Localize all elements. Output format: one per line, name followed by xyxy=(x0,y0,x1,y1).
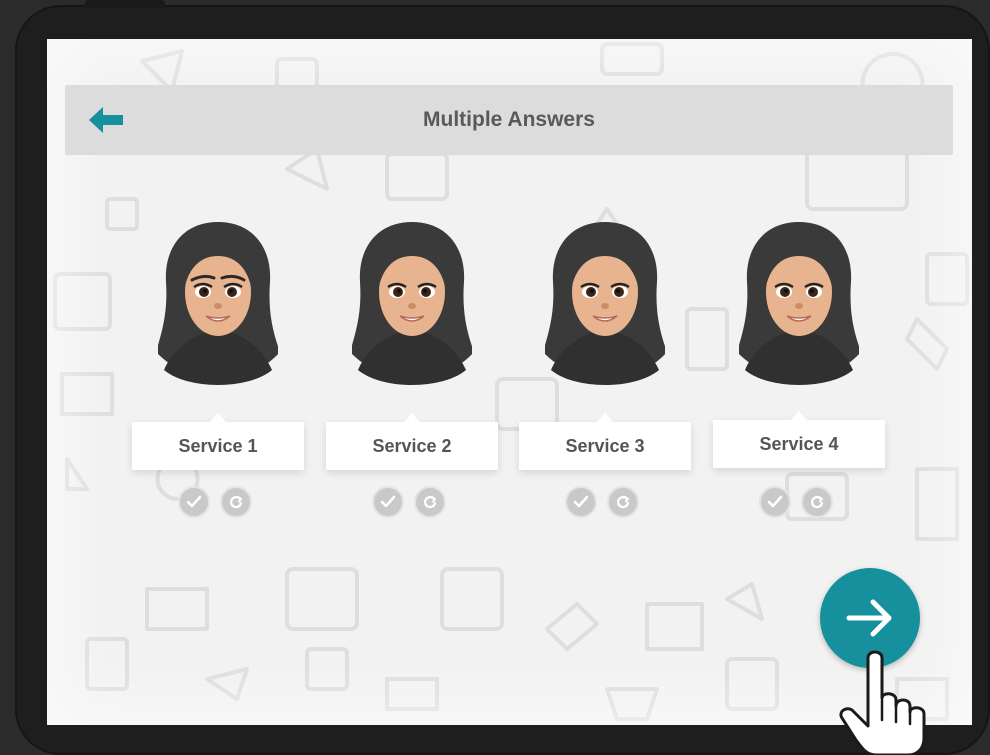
check-icon xyxy=(380,495,396,508)
check-icon xyxy=(767,495,783,508)
arrow-right-icon xyxy=(846,599,892,637)
tablet-button xyxy=(85,0,165,8)
reset-button[interactable] xyxy=(220,486,252,518)
page-title: Multiple Answers xyxy=(423,108,595,131)
header-bar: Multiple Answers xyxy=(65,85,953,155)
service-label[interactable]: Service 3 xyxy=(519,413,691,470)
refresh-icon xyxy=(616,496,630,509)
avatar xyxy=(739,222,859,385)
reset-button[interactable] xyxy=(607,486,639,518)
reset-button[interactable] xyxy=(414,486,446,518)
avatar xyxy=(158,222,278,385)
answer-actions xyxy=(565,486,645,520)
avatar xyxy=(352,222,472,385)
check-button[interactable] xyxy=(565,486,597,518)
service-label[interactable]: Service 1 xyxy=(132,413,304,470)
answer-actions xyxy=(178,486,258,520)
check-button[interactable] xyxy=(372,486,404,518)
hand-pointer-icon xyxy=(839,650,926,755)
check-button[interactable] xyxy=(759,486,791,518)
reset-button[interactable] xyxy=(801,486,833,518)
service-label[interactable]: Service 2 xyxy=(326,413,498,470)
service-label[interactable]: Service 4 xyxy=(713,411,885,468)
answer-actions xyxy=(372,486,452,520)
avatar xyxy=(545,222,665,385)
check-icon xyxy=(186,495,202,508)
refresh-icon xyxy=(423,496,437,509)
check-button[interactable] xyxy=(178,486,210,518)
answer-actions xyxy=(759,486,839,520)
refresh-icon xyxy=(810,496,824,509)
check-icon xyxy=(573,495,589,508)
refresh-icon xyxy=(229,496,243,509)
